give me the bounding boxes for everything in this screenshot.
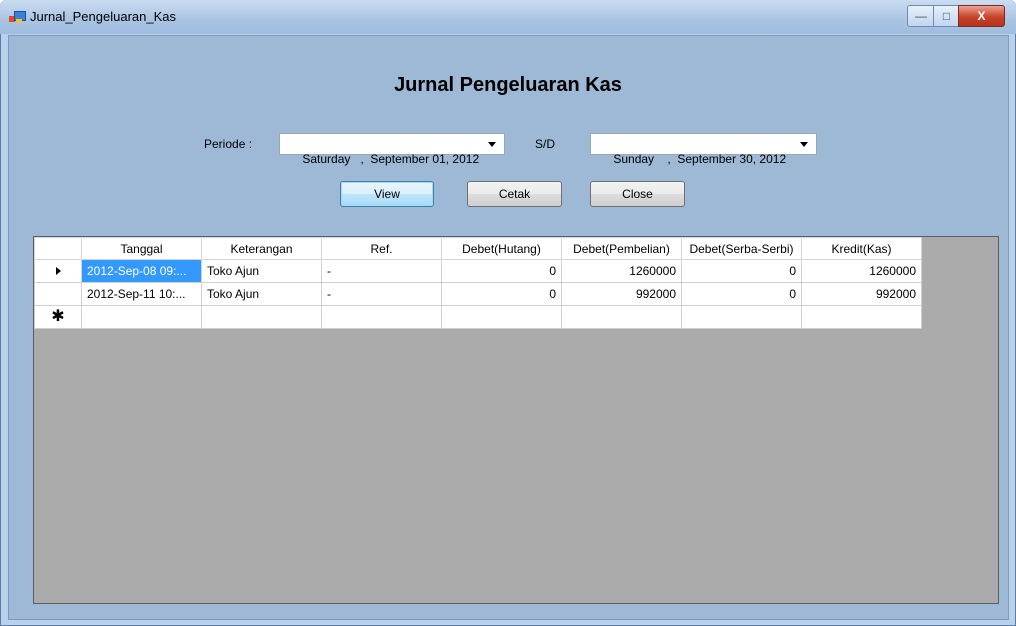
window-title: Jurnal_Pengeluaran_Kas xyxy=(30,9,176,24)
new-cell[interactable] xyxy=(201,305,322,329)
cell-keterangan[interactable]: Toko Ajun xyxy=(201,259,322,283)
app-window: Jurnal_Pengeluaran_Kas — □ X Jurnal Peng… xyxy=(0,0,1016,626)
cell-debet-hutang[interactable]: 0 xyxy=(441,282,562,306)
current-row-arrow-icon xyxy=(55,267,61,275)
date-from-value: Saturday , September 01, 2012 xyxy=(302,152,480,166)
title-bar[interactable]: Jurnal_Pengeluaran_Kas — □ X xyxy=(0,0,1016,34)
periode-label: Periode : xyxy=(204,137,253,151)
page-title: Jurnal Pengeluaran Kas xyxy=(394,74,622,96)
table-row[interactable]: 2012-Sep-08 09:... Toko Ajun - 0 1260000… xyxy=(34,259,922,283)
cell-tanggal[interactable]: 2012-Sep-08 09:... xyxy=(81,259,202,283)
data-grid[interactable]: Tanggal Keterangan Ref. Debet(Hutang) De… xyxy=(33,236,999,604)
cell-debet-serba-serbi[interactable]: 0 xyxy=(681,259,802,283)
column-header-kredit-kas[interactable]: Kredit(Kas) xyxy=(801,237,922,260)
new-cell[interactable] xyxy=(681,305,802,329)
grid-header-row: Tanggal Keterangan Ref. Debet(Hutang) De… xyxy=(34,237,922,260)
new-row[interactable]: ✱ xyxy=(34,305,922,329)
new-cell[interactable] xyxy=(441,305,562,329)
form-app-icon xyxy=(9,10,26,24)
column-header-debet-pembelian[interactable]: Debet(Pembelian) xyxy=(561,237,682,260)
maximize-button[interactable]: □ xyxy=(933,5,960,27)
new-cell[interactable] xyxy=(561,305,682,329)
cell-ref[interactable]: - xyxy=(321,282,442,306)
new-row-asterisk-icon: ✱ xyxy=(51,308,65,325)
column-header-debet-hutang[interactable]: Debet(Hutang) xyxy=(441,237,562,260)
new-cell[interactable] xyxy=(801,305,922,329)
close-button[interactable]: Close xyxy=(590,181,685,207)
cell-kredit-kas[interactable]: 992000 xyxy=(801,282,922,306)
new-cell[interactable] xyxy=(321,305,442,329)
cell-debet-pembelian[interactable]: 992000 xyxy=(561,282,682,306)
cell-kredit-kas[interactable]: 1260000 xyxy=(801,259,922,283)
sd-label: S/D xyxy=(535,137,556,151)
column-header-keterangan[interactable]: Keterangan xyxy=(201,237,322,260)
cell-keterangan[interactable]: Toko Ajun xyxy=(201,282,322,306)
view-button[interactable]: View xyxy=(340,181,434,207)
cell-debet-pembelian[interactable]: 1260000 xyxy=(561,259,682,283)
minimize-button[interactable]: — xyxy=(907,5,935,27)
row-header-current[interactable] xyxy=(34,259,82,283)
date-from-picker[interactable]: Saturday , September 01, 2012 xyxy=(279,133,505,166)
cell-debet-hutang[interactable]: 0 xyxy=(441,259,562,283)
close-window-button[interactable]: X xyxy=(958,5,1005,27)
grid-table: Tanggal Keterangan Ref. Debet(Hutang) De… xyxy=(34,237,922,329)
column-header-debet-serba-serbi[interactable]: Debet(Serba-Serbi) xyxy=(681,237,802,260)
date-to-picker[interactable]: Sunday , September 30, 2012 xyxy=(590,133,817,166)
table-row[interactable]: 2012-Sep-11 10:... Toko Ajun - 0 992000 … xyxy=(34,282,922,306)
grid-corner-cell[interactable] xyxy=(34,237,82,260)
date-to-value: Sunday , September 30, 2012 xyxy=(613,152,787,166)
cell-debet-serba-serbi[interactable]: 0 xyxy=(681,282,802,306)
column-header-ref[interactable]: Ref. xyxy=(321,237,442,260)
row-header-new[interactable]: ✱ xyxy=(34,305,82,329)
cell-tanggal[interactable]: 2012-Sep-11 10:... xyxy=(81,282,202,306)
row-header[interactable] xyxy=(34,282,82,306)
chevron-down-icon[interactable] xyxy=(800,142,808,147)
cell-ref[interactable]: - xyxy=(321,259,442,283)
new-cell[interactable] xyxy=(81,305,202,329)
column-header-tanggal[interactable]: Tanggal xyxy=(81,237,202,260)
cetak-button[interactable]: Cetak xyxy=(467,181,562,207)
chevron-down-icon[interactable] xyxy=(488,142,496,147)
